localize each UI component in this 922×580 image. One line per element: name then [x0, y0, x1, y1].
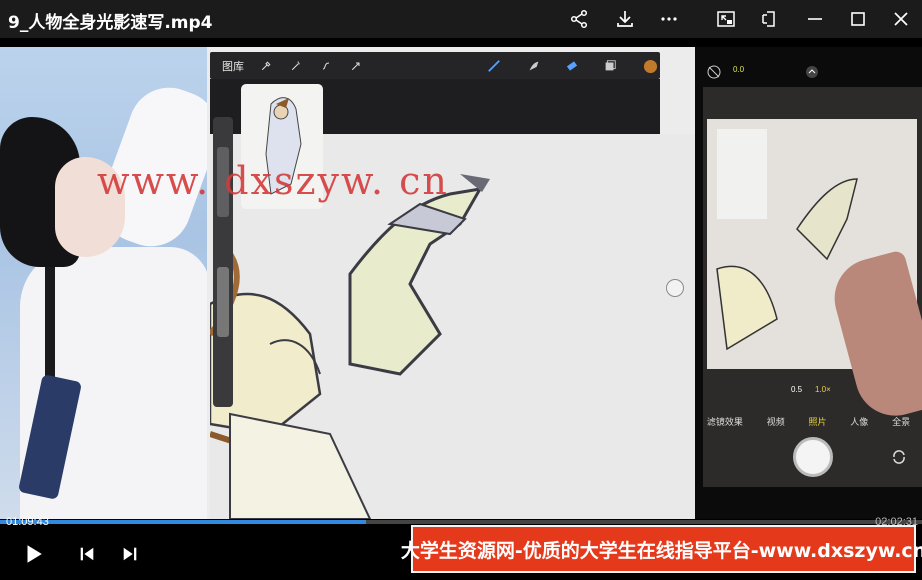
- eraser-icon: [564, 58, 580, 74]
- flash-off-icon: [707, 65, 721, 79]
- chevron-up-icon: [806, 66, 818, 78]
- phone-top-value: 0.0: [733, 65, 745, 74]
- previous-icon[interactable]: [74, 541, 100, 567]
- play-icon[interactable]: [20, 541, 46, 567]
- switch-camera-icon: [893, 450, 905, 464]
- procreate-toolbar: 图库: [210, 52, 660, 79]
- camera-mode: 滤镜效果: [706, 417, 743, 427]
- gallery-label: 图库: [222, 61, 244, 73]
- selection-icon: [318, 58, 334, 74]
- title-bar: 9_人物全身光影速写.mp4: [0, 0, 922, 38]
- progress-bar[interactable]: [0, 520, 922, 524]
- reference-photo: [0, 47, 207, 519]
- tablet-screen: 图库: [207, 47, 695, 519]
- pin-icon[interactable]: [754, 4, 784, 34]
- close-icon[interactable]: [886, 4, 916, 34]
- camera-mode: 人像: [850, 417, 869, 427]
- transform-icon: [348, 58, 364, 74]
- smudge-icon: [526, 58, 542, 74]
- watermark: www. dxszyw. cn: [97, 159, 449, 203]
- phone-camera-view: 0.0 0.5 1.0× 滤镜效果 视频 照片 人像 全景: [695, 47, 922, 519]
- camera-mode: 视频: [766, 417, 785, 427]
- color-swatch-icon: [642, 58, 658, 74]
- promo-banner-text: 大学生资源网-优质的大学生在线指导平台-www.dxszyw.cn: [400, 539, 922, 562]
- camera-modes: 滤镜效果 视频 照片 人像 全景: [695, 415, 922, 428]
- opacity-slider[interactable]: [217, 267, 229, 337]
- camera-mode: 照片: [808, 417, 827, 427]
- picture-in-picture-icon[interactable]: [711, 4, 741, 34]
- wrench-icon: [258, 58, 274, 74]
- modify-button[interactable]: [666, 279, 684, 297]
- next-icon[interactable]: [117, 541, 143, 567]
- layers-icon: [602, 58, 618, 74]
- minimize-icon[interactable]: [800, 4, 830, 34]
- current-time: 01:09:43: [6, 516, 49, 528]
- camera-mode: 全景: [892, 417, 911, 427]
- download-icon[interactable]: [610, 4, 640, 34]
- progress-fill: [0, 520, 367, 524]
- zoom-level-0-5: 0.5: [791, 385, 803, 394]
- window-title: 9_人物全身光影速写.mp4: [8, 13, 213, 33]
- shutter-button: [793, 437, 833, 477]
- share-icon[interactable]: [564, 4, 594, 34]
- magic-wand-icon: [288, 58, 304, 74]
- zoom-level-1x: 1.0×: [815, 385, 831, 394]
- brush-icon: [486, 58, 502, 74]
- maximize-icon[interactable]: [843, 4, 873, 34]
- more-icon[interactable]: [654, 4, 684, 34]
- video-frame[interactable]: 图库 0.0 0.5 1.0× 滤镜效果 视频 照片 人像 全景 www. dx…: [0, 47, 922, 519]
- promo-banner[interactable]: 大学生资源网-优质的大学生在线指导平台-www.dxszyw.cn: [401, 525, 922, 573]
